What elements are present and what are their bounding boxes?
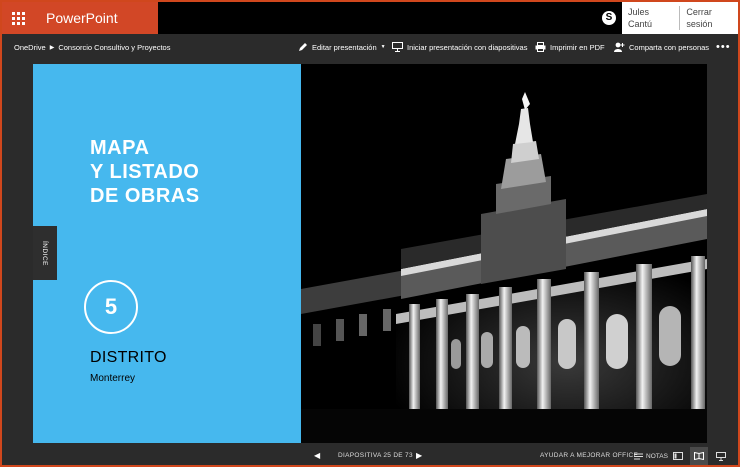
slide-blue-panel: MAPA Y LISTADO DE OBRAS ÍNDICE 5 DISTRIT…	[33, 64, 301, 443]
breadcrumb-onedrive[interactable]: OneDrive	[14, 43, 46, 52]
help-improve-office-link[interactable]: AYUDAR A MEJORAR OFFICE	[540, 447, 638, 465]
reading-view-button[interactable]	[690, 447, 708, 465]
slide-title-line: MAPA	[90, 137, 150, 159]
start-slideshow-label: Iniciar presentación con diapositivas	[407, 42, 528, 52]
city-label: Monterrey	[90, 373, 136, 384]
edit-presentation-label: Editar presentación	[312, 42, 377, 52]
user-name[interactable]: Jules Cantú	[622, 6, 681, 30]
caret-down-icon: ▼	[380, 44, 386, 50]
slideshow-icon	[392, 42, 403, 52]
slide-title-line: Y LISTADO	[90, 161, 200, 183]
edit-presentation-button[interactable]: Editar presentación ▼	[298, 34, 386, 60]
print-icon	[535, 42, 546, 52]
slide-counter: DIAPOSITIVA 25 DE 73	[338, 452, 413, 459]
district-label: DISTRITO	[90, 349, 167, 366]
reading-view-icon	[694, 452, 704, 460]
print-pdf-label: Imprimir en PDF	[550, 42, 605, 52]
skype-button[interactable]: S	[596, 2, 622, 34]
more-options-button[interactable]: •••	[716, 34, 731, 60]
slide-canvas: MAPA Y LISTADO DE OBRAS ÍNDICE 5 DISTRIT…	[33, 64, 707, 443]
share-icon	[614, 42, 625, 52]
app-launcher-button[interactable]	[2, 2, 34, 34]
index-tab[interactable]: ÍNDICE	[33, 226, 57, 280]
title-bar: PowerPoint Online S Jules Cantú Cerrar s…	[2, 2, 738, 58]
breadcrumb-document[interactable]: Consorcio Consultivo y Proyectos	[58, 43, 170, 52]
signout-link[interactable]: Cerrar sesión	[680, 6, 738, 30]
edit-icon	[299, 43, 307, 51]
command-bar: OneDrive ▶ Consorcio Consultivo y Proyec…	[2, 34, 738, 60]
share-label: Comparta con personas	[629, 42, 710, 52]
notes-button[interactable]: NOTAS	[634, 447, 668, 465]
index-tab-label: ÍNDICE	[41, 240, 49, 266]
notes-icon	[634, 453, 643, 459]
chevron-right-icon: ▶	[49, 44, 55, 51]
waffle-icon	[11, 11, 25, 25]
share-button[interactable]: Comparta con personas	[614, 34, 709, 60]
slideshow-view-icon	[716, 451, 726, 461]
user-area: Jules Cantú Cerrar sesión	[622, 2, 738, 34]
next-slide-button[interactable]: ▶	[416, 447, 422, 465]
slide-title: MAPA Y LISTADO DE OBRAS	[90, 136, 200, 208]
building-photo	[301, 64, 707, 443]
start-slideshow-button[interactable]: Iniciar presentación con diapositivas	[392, 34, 527, 60]
print-pdf-button[interactable]: Imprimir en PDF	[535, 34, 605, 60]
app-name[interactable]: PowerPoint Online	[34, 2, 158, 58]
app-window: PowerPoint Online S Jules Cantú Cerrar s…	[2, 2, 738, 465]
slideshow-view-button[interactable]	[712, 447, 730, 465]
notes-label: NOTAS	[646, 452, 668, 460]
district-number-badge: 5	[84, 280, 138, 334]
normal-view-button[interactable]	[669, 447, 687, 465]
normal-view-icon	[673, 452, 683, 460]
breadcrumb: OneDrive ▶ Consorcio Consultivo y Proyec…	[14, 34, 170, 60]
slide-title-line: DE OBRAS	[90, 185, 200, 207]
skype-icon: S	[602, 11, 616, 25]
previous-slide-button[interactable]: ◀	[314, 447, 320, 465]
status-bar: ◀ DIAPOSITIVA 25 DE 73 ▶ AYUDAR A MEJORA…	[2, 447, 738, 465]
